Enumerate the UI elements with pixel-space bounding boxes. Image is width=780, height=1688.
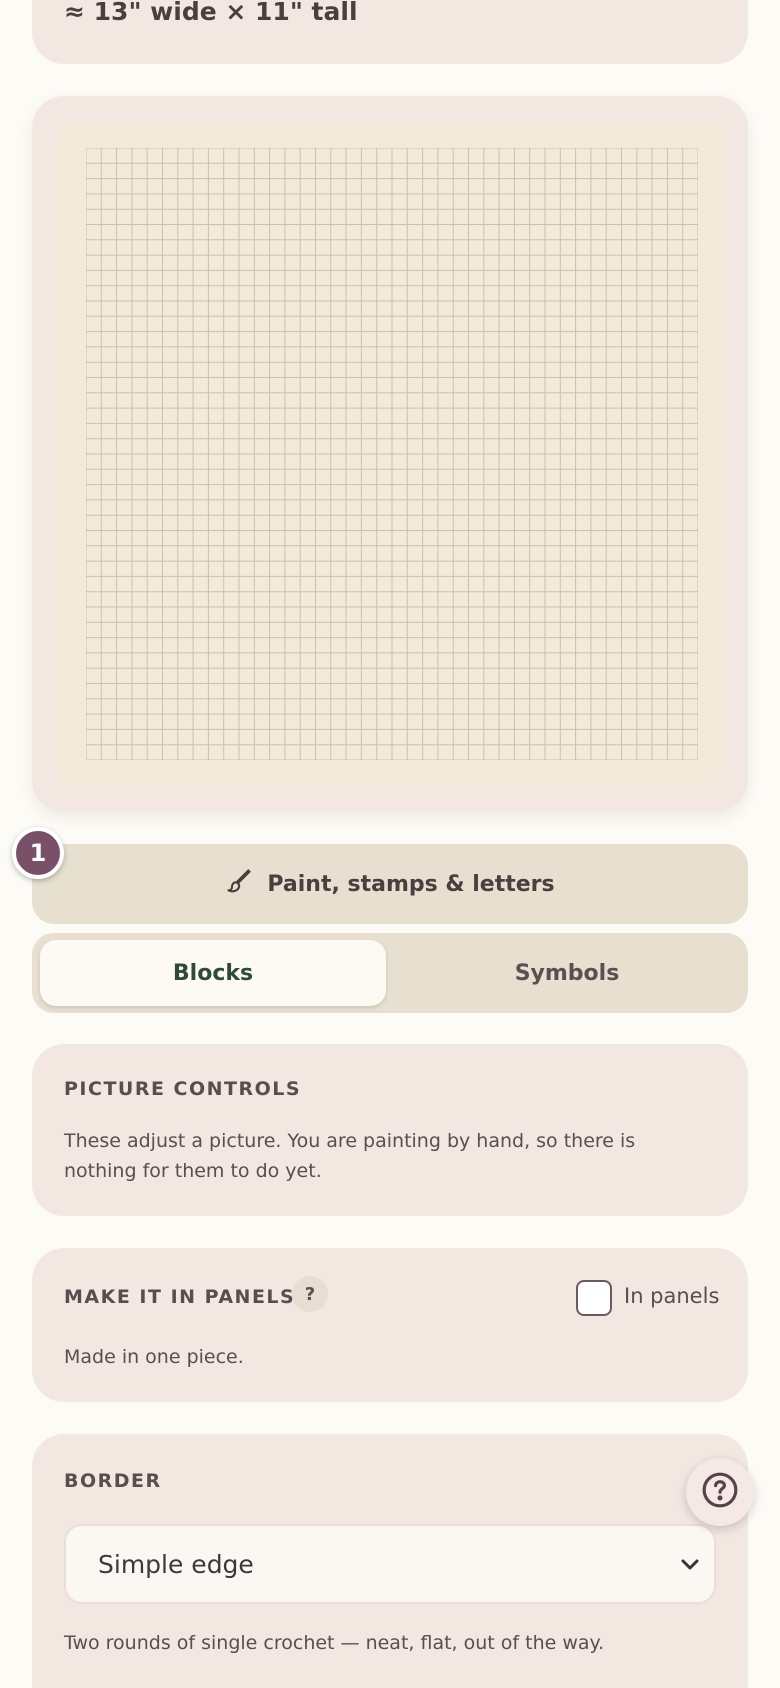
paint-grid[interactable] [86,148,698,760]
border-selected-value: Simple edge [98,1549,254,1579]
step-badge: 1 [12,827,64,879]
panels-text: Made in one piece. [64,1346,244,1368]
page: ≈ 13" wide × 11" tall 1 Paint, stamps & … [0,0,780,1688]
panels-help-button[interactable]: ? [292,1276,328,1312]
panels-title: MAKE IT IN PANELS [64,1286,296,1308]
tab-blocks[interactable]: Blocks [40,940,386,1006]
tab-symbols[interactable]: Symbols [394,940,740,1006]
mode-toggle: Blocks Symbols [32,933,748,1013]
panels-card: MAKE IT IN PANELS ? In panels Made in on… [32,1248,748,1402]
picture-controls-text: These adjust a picture. You are painting… [64,1130,636,1182]
help-fab-button[interactable] [686,1458,754,1526]
chevron-down-icon [678,1552,702,1582]
in-panels-label[interactable]: In panels [624,1284,719,1308]
paint-button-label: Paint, stamps & letters [267,871,555,897]
in-panels-checkbox[interactable] [576,1280,612,1316]
canvas-card [32,96,748,812]
border-select[interactable]: Simple edge [64,1524,716,1604]
picture-controls-card: PICTURE CONTROLS These adjust a picture.… [32,1044,748,1216]
brush-icon [225,867,253,901]
help-icon [701,1471,739,1513]
border-text: Two rounds of single crochet — neat, fla… [64,1632,605,1654]
picture-controls-title: PICTURE CONTROLS [64,1078,302,1100]
paint-stamps-letters-button[interactable]: Paint, stamps & letters [32,844,748,924]
canvas-paper [56,122,724,786]
border-title: BORDER [64,1470,162,1492]
finished-size: ≈ 13" wide × 11" tall [64,0,358,26]
border-card: BORDER Simple edge Two rounds of single … [32,1434,748,1688]
size-card: ≈ 13" wide × 11" tall [32,0,748,64]
